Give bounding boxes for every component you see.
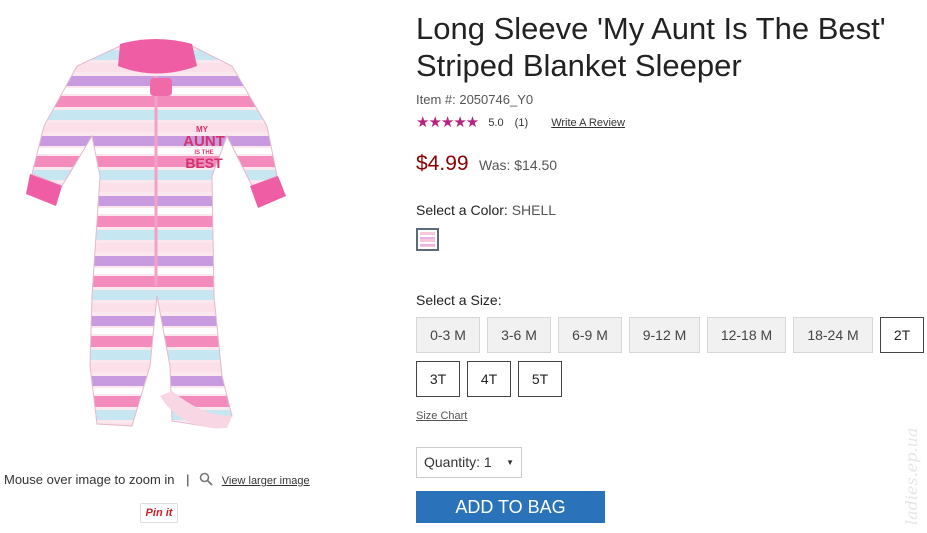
- size-option[interactable]: 12-18 M: [707, 317, 786, 353]
- title-line-2: Striped Blanket Sleeper: [416, 48, 742, 83]
- star-icon: ★★★★★: [416, 114, 479, 131]
- product-image-area: MY AUNT IS THE BEST: [0, 0, 400, 470]
- color-label-text: Select a Color:: [416, 202, 508, 218]
- product-title: Long Sleeve 'My Aunt Is The Best' Stripe…: [416, 10, 916, 84]
- sale-price: $4.99: [416, 152, 469, 175]
- write-review-link[interactable]: Write A Review: [551, 117, 625, 129]
- size-option[interactable]: 2T: [880, 317, 924, 353]
- size-option[interactable]: 4T: [467, 361, 511, 397]
- color-label: Select a Color: SHELL: [416, 202, 556, 218]
- size-option[interactable]: 3-6 M: [487, 317, 551, 353]
- graphic-text-2: AUNT: [183, 133, 225, 150]
- quantity-value: 1: [483, 454, 492, 470]
- color-swatch-shell[interactable]: [416, 228, 439, 251]
- watermark-text: ladies.ep.ua: [902, 427, 921, 525]
- size-option[interactable]: 18-24 M: [793, 317, 873, 353]
- size-option[interactable]: 9-12 M: [629, 317, 700, 353]
- size-option[interactable]: 0-3 M: [416, 317, 480, 353]
- separator: |: [186, 472, 190, 487]
- zoom-row: Mouse over image to zoom in | View large…: [4, 472, 310, 487]
- size-chart-link[interactable]: Size Chart: [416, 410, 467, 422]
- size-label: Select a Size:: [416, 292, 502, 308]
- size-option[interactable]: 5T: [518, 361, 562, 397]
- quantity-select[interactable]: Quantity: 1 ▼: [416, 447, 522, 478]
- product-image[interactable]: MY AUNT IS THE BEST: [22, 36, 292, 436]
- magnifier-icon: [199, 472, 213, 486]
- size-option[interactable]: 3T: [416, 361, 460, 397]
- item-number: Item #: 2050746_Y0: [416, 92, 534, 107]
- rating-score: 5.0: [488, 117, 504, 129]
- price-row: $4.99 Was: $14.50: [416, 152, 557, 176]
- pin-it-button[interactable]: Pin it: [140, 503, 178, 523]
- add-to-bag-button[interactable]: ADD TO BAG: [416, 491, 605, 523]
- zoom-hint: Mouse over image to zoom in: [4, 472, 175, 487]
- selected-color: SHELL: [511, 202, 557, 218]
- size-option[interactable]: 6-9 M: [558, 317, 622, 353]
- caret-down-icon: ▼: [506, 458, 514, 467]
- view-larger-link[interactable]: View larger image: [222, 475, 310, 487]
- review-count[interactable]: (1): [515, 117, 528, 129]
- graphic-text-4: BEST: [185, 155, 223, 171]
- watermark: ladies.ep.ua: [898, 405, 927, 525]
- quantity-label: Quantity:: [424, 454, 481, 470]
- was-price: Was: $14.50: [479, 157, 558, 173]
- rating-row: ★★★★★ 5.0 (1) Write A Review: [416, 113, 625, 131]
- title-line-1: Long Sleeve 'My Aunt Is The Best': [416, 11, 886, 46]
